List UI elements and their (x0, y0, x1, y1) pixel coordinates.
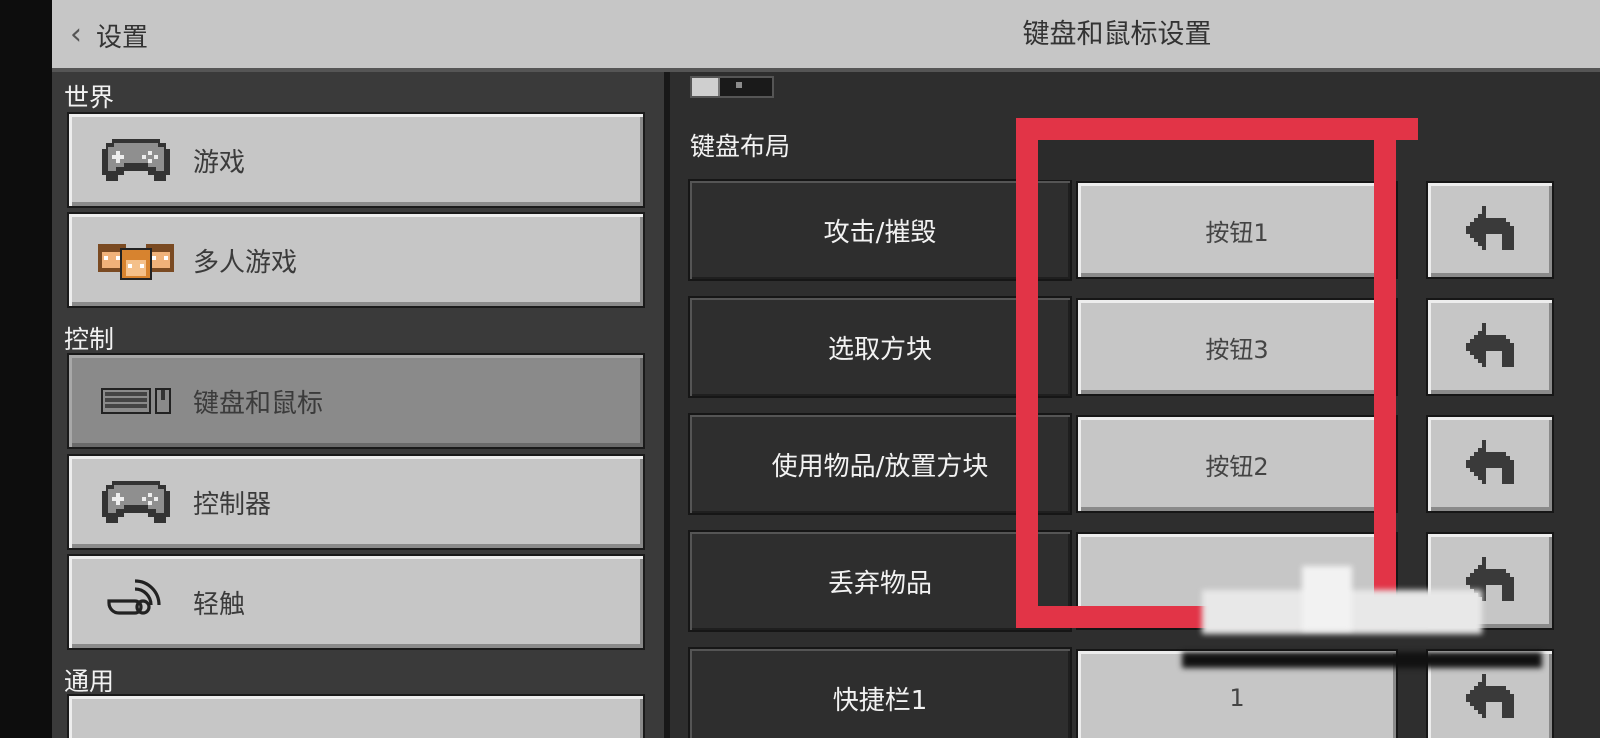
binding-row: 快捷栏1 1 (688, 647, 1568, 738)
sidebar-item-label: 多人游戏 (193, 247, 298, 278)
settings-sidebar: 世界 游戏 多人游戏 控制 键盘和鼠标 控制器 轻触 通用 (52, 72, 670, 738)
binding-key-button[interactable] (1076, 532, 1398, 630)
page-title: 键盘和鼠标设置 (1022, 19, 1212, 50)
binding-action-label: 使用物品/放置方块 (688, 413, 1072, 515)
undo-arrow-icon (1462, 323, 1518, 371)
binding-row: 攻击/摧毁 按钮1 (688, 179, 1568, 281)
sidebar-item-multiplayer[interactable]: 多人游戏 (67, 212, 645, 308)
touch-icon (91, 572, 181, 632)
sidebar-item-keyboard-mouse[interactable]: 键盘和鼠标 (67, 353, 645, 449)
back-button[interactable]: ‹ 设置 (70, 12, 148, 58)
binding-action-label: 丢弃物品 (688, 530, 1072, 632)
undo-arrow-icon (1462, 206, 1518, 254)
toggle-switch[interactable] (690, 76, 774, 98)
binding-action-label: 攻击/摧毁 (688, 179, 1072, 281)
undo-arrow-icon (1462, 674, 1518, 722)
section-title-controls: 控制 (64, 325, 115, 354)
keyboard-mouse-icon (91, 371, 181, 431)
binding-action-label: 快捷栏1 (688, 647, 1072, 738)
reset-binding-button[interactable] (1426, 298, 1554, 396)
header-bar: ‹ 设置 键盘和鼠标设置 (52, 0, 1600, 72)
players-icon (91, 230, 181, 290)
chevron-left-icon: ‹ (70, 17, 82, 52)
binding-key-button[interactable]: 按钮3 (1076, 298, 1398, 396)
sidebar-item-game[interactable]: 游戏 (67, 112, 645, 208)
section-title-keyboard-layout: 键盘布局 (690, 132, 791, 161)
undo-arrow-icon (1462, 557, 1518, 605)
sidebar-item-label: 轻触 (193, 589, 246, 620)
keyboard-settings-panel: 键盘布局 攻击/摧毁 按钮1 选取方块 按钮3 使用物品/放置方块 按钮2 丢弃… (670, 72, 1600, 738)
gamepad-icon (91, 472, 181, 532)
settings-screen: ‹ 设置 键盘和鼠标设置 世界 游戏 多人游戏 控制 键盘和鼠标 控制器 轻触 … (52, 0, 1600, 738)
sidebar-item-touch[interactable]: 轻触 (67, 554, 645, 650)
sidebar-item-general-partial[interactable] (67, 694, 645, 738)
reset-binding-button[interactable] (1426, 181, 1554, 279)
binding-key-button[interactable]: 按钮1 (1076, 181, 1398, 279)
sidebar-item-label: 键盘和鼠标 (193, 388, 324, 419)
binding-row: 选取方块 按钮3 (688, 296, 1568, 398)
binding-row: 使用物品/放置方块 按钮2 (688, 413, 1568, 515)
sidebar-item-controller[interactable]: 控制器 (67, 454, 645, 550)
sidebar-item-label: 游戏 (193, 147, 246, 178)
section-title-general: 通用 (64, 667, 115, 696)
sidebar-item-label: 控制器 (193, 489, 272, 520)
toggle-dot (736, 82, 742, 88)
reset-binding-button[interactable] (1426, 649, 1554, 738)
binding-action-label: 选取方块 (688, 296, 1072, 398)
undo-arrow-icon (1462, 440, 1518, 488)
binding-key-button[interactable]: 按钮2 (1076, 415, 1398, 513)
back-label: 设置 (96, 22, 149, 53)
reset-binding-button[interactable] (1426, 532, 1554, 630)
toggle-knob (692, 78, 720, 96)
section-title-world: 世界 (64, 83, 115, 112)
binding-key-button[interactable]: 1 (1076, 649, 1398, 738)
reset-binding-button[interactable] (1426, 415, 1554, 513)
gamepad-icon (91, 130, 181, 190)
binding-row: 丢弃物品 (688, 530, 1568, 632)
